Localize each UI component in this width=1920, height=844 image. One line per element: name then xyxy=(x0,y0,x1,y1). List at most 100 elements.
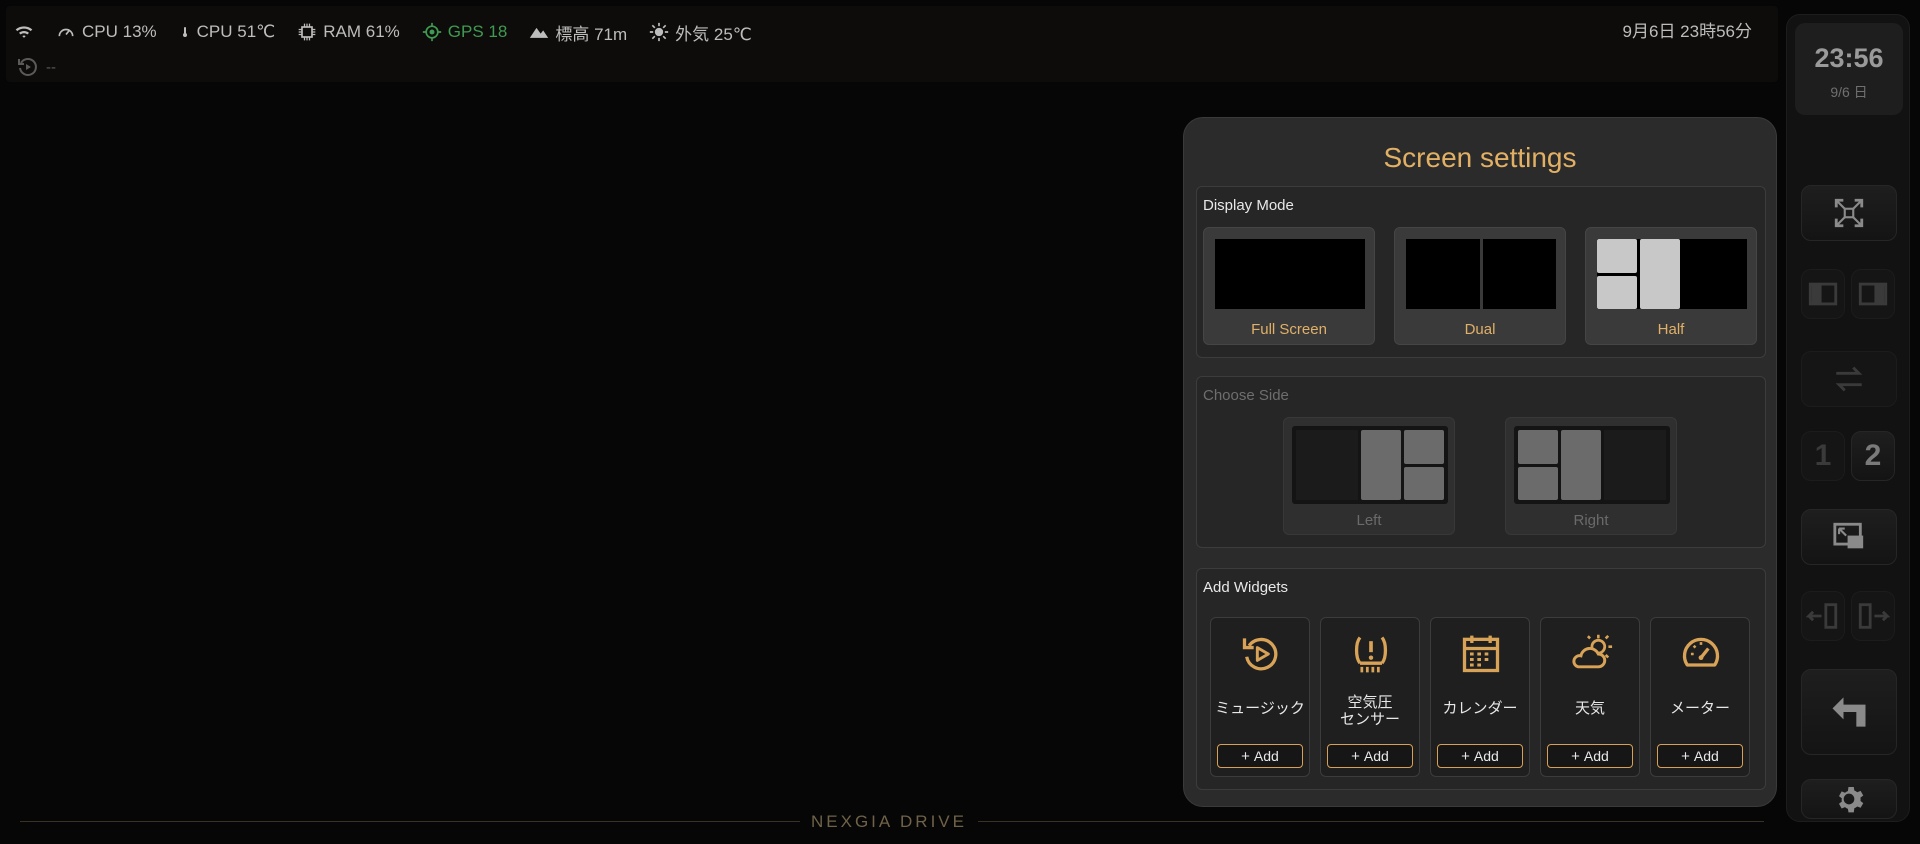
add-calendar-widget-button[interactable]: + Add xyxy=(1437,744,1523,768)
plus-icon: + xyxy=(1351,747,1360,765)
status-items: CPU 13% CPU 51℃ RAM 61% GPS 18 標高 71m 外気… xyxy=(14,16,752,48)
widget-weather-name: 天気 xyxy=(1574,700,1605,717)
widget-music: ミュージック + Add xyxy=(1210,617,1310,777)
ram-usage: RAM 61% xyxy=(297,22,400,42)
swap-arrows-icon xyxy=(1835,366,1863,392)
outside-temp-label: 外気 25℃ xyxy=(675,24,752,44)
side-right-label: Right xyxy=(1573,512,1609,529)
move-right-button[interactable] xyxy=(1851,591,1895,641)
plus-icon: + xyxy=(1241,747,1250,765)
dual-preview xyxy=(1406,239,1556,309)
gear-icon xyxy=(1839,787,1864,813)
mode-dual[interactable]: Dual xyxy=(1394,227,1566,345)
split-right-button[interactable] xyxy=(1851,269,1895,319)
add-widgets-section: Add Widgets ミュージック + Add 空気圧 センサー + Add カレ… xyxy=(1196,568,1766,790)
gps-icon xyxy=(422,22,441,42)
mode-dual-label: Dual xyxy=(1464,321,1496,338)
side-left-preview xyxy=(1292,426,1448,504)
move-right-icon xyxy=(1858,603,1890,629)
sun-icon xyxy=(649,22,669,42)
plus-icon: + xyxy=(1461,747,1470,765)
status-bar: CPU 13% CPU 51℃ RAM 61% GPS 18 標高 71m 外気… xyxy=(6,6,1778,82)
choose-side-section: Choose Side Left Right xyxy=(1196,376,1766,548)
picture-in-picture-button[interactable] xyxy=(1801,509,1897,565)
now-playing-label: -- xyxy=(46,58,56,76)
now-playing[interactable]: -- xyxy=(16,54,56,80)
add-button-label: Add xyxy=(1473,748,1499,764)
move-left-button[interactable] xyxy=(1801,591,1845,641)
widget-weather: 天気 + Add xyxy=(1540,617,1640,777)
side-left-label: Left xyxy=(1356,512,1382,529)
widget-calendar: カレンダー + Add xyxy=(1430,617,1530,777)
display-mode-section: Display Mode Full Screen Dual Half xyxy=(1196,186,1766,358)
side-left[interactable]: Left xyxy=(1283,417,1455,535)
add-weather-widget-button[interactable]: + Add xyxy=(1547,744,1633,768)
side-right[interactable]: Right xyxy=(1505,417,1677,535)
widget-calendar-name: カレンダー xyxy=(1442,700,1518,717)
page-1-label: 1 xyxy=(1814,439,1832,472)
choose-side-title: Choose Side xyxy=(1203,387,1289,404)
weather-icon xyxy=(1572,634,1613,669)
dock-clock: 23:56 9/6 日 xyxy=(1795,23,1903,115)
plus-icon: + xyxy=(1681,747,1690,765)
swap-button[interactable] xyxy=(1801,351,1897,407)
widget-music-name: ミュージック xyxy=(1215,700,1305,717)
mode-full-screen-label: Full Screen xyxy=(1251,321,1327,338)
brand-name: NEXGIA DRIVE xyxy=(811,812,967,831)
altitude: 標高 71m xyxy=(529,20,627,45)
settings-button[interactable] xyxy=(1801,779,1897,819)
panel-title: Screen settings xyxy=(1383,142,1577,173)
split-right-icon xyxy=(1858,282,1888,306)
outside-temp: 外気 25℃ xyxy=(649,20,752,45)
gps-status: GPS 18 xyxy=(422,22,507,42)
widget-tire-pressure: 空気圧 センサー + Add xyxy=(1320,617,1420,777)
display-mode-title: Display Mode xyxy=(1203,197,1294,214)
move-left-icon xyxy=(1806,603,1838,629)
cpu-usage: CPU 13% xyxy=(56,22,157,42)
speedometer-icon xyxy=(58,28,74,37)
app-root: CPU 13% CPU 51℃ RAM 61% GPS 18 標高 71m 外気… xyxy=(0,0,1920,844)
tire-pressure-icon xyxy=(1354,636,1388,673)
thermometer-icon xyxy=(182,27,187,37)
clock-time: 23:56 xyxy=(1814,43,1884,73)
cpu-temp-label: CPU 51℃ xyxy=(196,22,276,41)
altitude-label: 標高 71m xyxy=(555,24,628,44)
add-button-label: Add xyxy=(1363,748,1389,764)
cpu-usage-label: CPU 13% xyxy=(82,22,157,41)
page-1-button[interactable]: 1 xyxy=(1801,431,1845,481)
add-widgets-title: Add Widgets xyxy=(1203,579,1289,596)
add-tire-pressure-widget-button[interactable]: + Add xyxy=(1327,744,1413,768)
page-2-button[interactable]: 2 xyxy=(1851,431,1895,481)
back-arrow-icon xyxy=(1832,697,1866,727)
add-meter-widget-button[interactable]: + Add xyxy=(1657,744,1743,768)
brand-divider-right xyxy=(978,821,1764,822)
mode-half-label: Half xyxy=(1657,321,1685,338)
ram-usage-label: RAM 61% xyxy=(323,22,400,41)
fullscreen-icon xyxy=(1834,198,1864,228)
split-left-button[interactable] xyxy=(1801,269,1845,319)
back-button[interactable] xyxy=(1801,669,1897,755)
full-screen-preview xyxy=(1215,239,1365,309)
picture-in-picture-icon xyxy=(1833,522,1864,549)
mountain-icon xyxy=(530,27,549,38)
widget-tire-pressure-name: 空気圧 センサー xyxy=(1339,694,1400,728)
mode-full-screen[interactable]: Full Screen xyxy=(1203,227,1375,345)
brand-divider-left xyxy=(20,821,800,822)
wifi-status xyxy=(14,22,34,42)
widget-meter: メーター + Add xyxy=(1650,617,1750,777)
page-2-label: 2 xyxy=(1864,439,1882,472)
clock-date: 9/6 日 xyxy=(1830,84,1868,100)
add-music-widget-button[interactable]: + Add xyxy=(1217,744,1303,768)
wifi-icon xyxy=(15,26,33,38)
right-dock: 23:56 9/6 日 1 2 xyxy=(1786,14,1910,822)
mode-half[interactable]: Half xyxy=(1585,227,1757,345)
widget-meter-name: メーター xyxy=(1669,700,1730,717)
screen-settings-panel: Screen settings Display Mode Full Screen… xyxy=(1183,117,1777,807)
plus-icon: + xyxy=(1571,747,1580,765)
fullscreen-button[interactable] xyxy=(1801,185,1897,241)
chip-icon xyxy=(298,23,316,41)
add-button-label: Add xyxy=(1693,748,1719,764)
calendar-icon xyxy=(1462,635,1500,673)
music-replay-icon xyxy=(1242,637,1278,671)
half-preview xyxy=(1597,239,1747,309)
